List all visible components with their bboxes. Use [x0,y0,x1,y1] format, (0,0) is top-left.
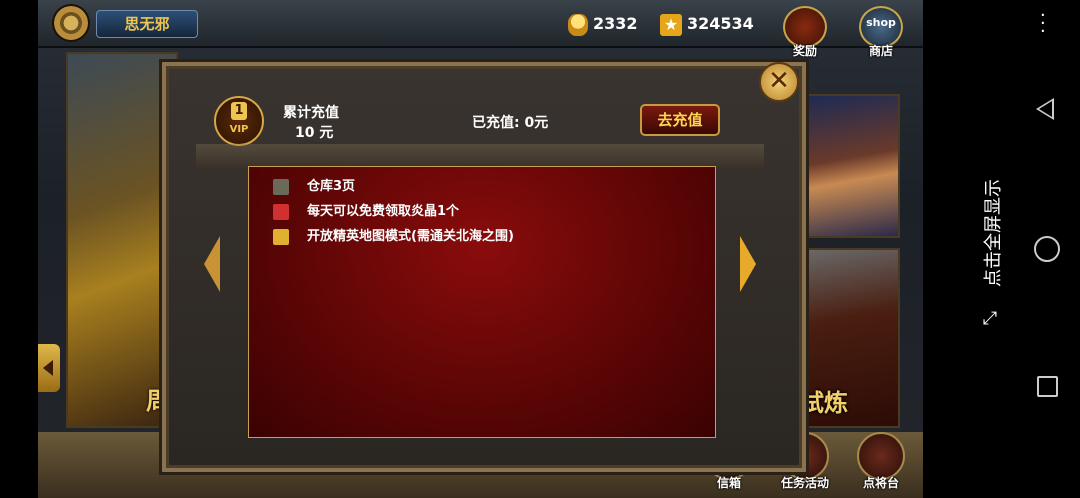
side-left-arrow-button[interactable] [38,344,60,392]
vip-badge: 1 VIP [214,96,264,146]
right-hero-art-top[interactable] [794,94,900,238]
close-icon[interactable]: ✕ [759,62,799,102]
player-name[interactable]: 思无邪 [96,10,198,38]
generals-label: 点将台 [862,476,899,490]
trial-banner[interactable]: 试炼 [794,248,900,428]
reward-label: 奖励 [792,44,817,58]
cumulative-recharge-amount: 10 元 [295,125,334,141]
benefit-item: 每天可以免费领取炎晶1个 [273,202,459,222]
recharge-button[interactable]: 去充值 [640,104,720,136]
gold-coin-icon [568,13,588,36]
vip-text: VIP [229,124,249,135]
settings-gear-icon[interactable] [54,6,88,40]
chest-icon [273,178,289,195]
gift-icon [273,203,289,220]
benefit-item: 仓库3页 [273,177,355,197]
benefits-panel: 仓库3页 每天可以免费领取炎晶1个 开放精英地图模式(需通关北海之围) [248,166,716,438]
trial-banner-text: 试炼 [800,389,848,417]
next-page-arrow-icon[interactable] [740,236,756,292]
star-icon: ★ [660,13,682,36]
cumulative-recharge-title: 累计充值 [283,105,339,121]
tasks-label: 任务活动 [780,476,829,490]
more-options-icon[interactable]: · · · [1040,7,1046,41]
previous-page-arrow-icon[interactable] [204,236,220,292]
home-icon[interactable] [1034,236,1060,262]
charged-amount: 已充值: 0元 [472,115,549,131]
game-screen: 周 试炼 思无邪 2332 ★ 324534 奖励 shop 商店 信箱 任务活动… [38,0,923,498]
expand-icon: ⤢ [982,308,998,329]
gem-display: ★ 324534 [660,12,754,36]
gold-amount: 2332 [593,14,638,33]
helmet-icon [857,432,905,480]
gem-amount: 324534 [687,14,754,33]
fullscreen-hint-text: 点击全屏显示 [983,179,1004,287]
gold-display: 2332 [568,12,638,36]
generals-button[interactable]: 点将台 [851,432,911,490]
shop-button[interactable]: shop 商店 [858,6,904,58]
mail-label: 信箱 [716,476,741,490]
vip-level: 1 [231,102,247,120]
recent-apps-icon[interactable] [1037,376,1058,397]
vip-privilege-dialog: 1 VIP 累计充值 10 元 已充值: 0元 去充值 仓库3页 每天可以免费领… [162,62,806,472]
reward-button[interactable]: 奖励 [782,6,828,58]
shop-label: 商店 [868,44,893,58]
benefit-item: 开放精英地图模式(需通关北海之围) [273,227,514,247]
fullscreen-hint[interactable]: 点击全屏显示 ⤢ [962,160,1022,340]
back-icon[interactable] [1036,98,1054,120]
map-icon [273,228,289,245]
